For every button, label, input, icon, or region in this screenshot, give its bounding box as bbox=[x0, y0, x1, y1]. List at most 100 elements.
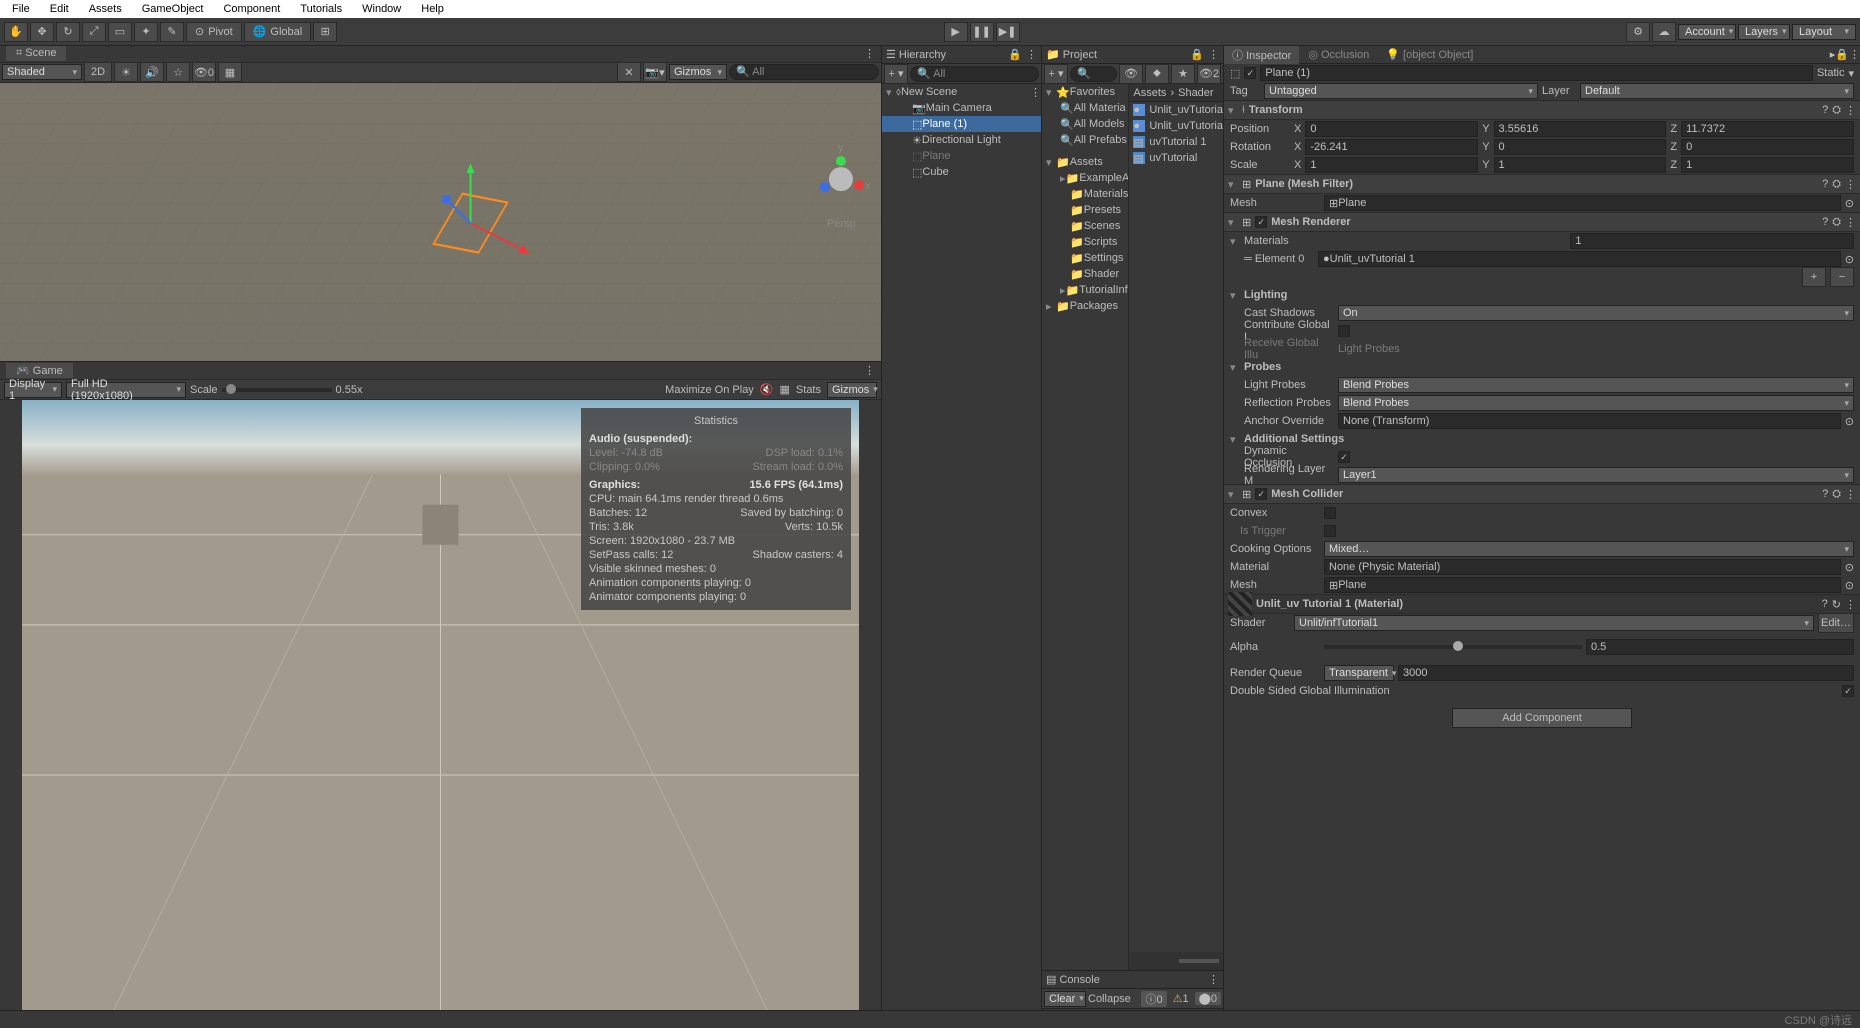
folder-row[interactable]: 📁 Materials bbox=[1042, 186, 1128, 202]
alpha-slider[interactable] bbox=[1324, 645, 1582, 649]
folder-row[interactable]: 📁 Shader bbox=[1042, 266, 1128, 282]
rendering-layer-dropdown[interactable]: Layer1 bbox=[1338, 467, 1854, 483]
info-count[interactable]: ⓘ0 bbox=[1141, 991, 1166, 1007]
cast-shadows-dropdown[interactable]: On bbox=[1338, 305, 1854, 321]
scene-tab[interactable]: ⌗ Scene bbox=[6, 46, 66, 61]
folder-row[interactable]: ▸📁 TutorialInfo bbox=[1042, 282, 1128, 298]
scale-y[interactable]: 1 bbox=[1494, 157, 1667, 173]
global-toggle[interactable]: 🌐Global bbox=[244, 22, 312, 42]
picker-icon[interactable]: ⊙ bbox=[1845, 253, 1854, 266]
menu-edit[interactable]: Edit bbox=[40, 3, 79, 15]
create-dropdown[interactable]: + ▾ bbox=[884, 64, 908, 84]
pos-x[interactable]: 0 bbox=[1305, 121, 1478, 137]
panel-menu-icon[interactable]: ⋮ bbox=[1849, 48, 1860, 61]
tools-icon[interactable]: ✕ bbox=[617, 62, 641, 82]
hand-tool[interactable]: ✋ bbox=[4, 22, 28, 42]
scale-z[interactable]: 1 bbox=[1681, 157, 1854, 173]
asset-item[interactable]: ●Unlit_uvTutoria bbox=[1129, 102, 1223, 118]
cooking-options-dropdown[interactable]: Mixed… bbox=[1324, 541, 1854, 557]
stats-toggle[interactable]: Stats bbox=[796, 384, 821, 396]
light-probes-dropdown[interactable]: Blend Probes bbox=[1338, 377, 1854, 393]
audio-icon[interactable]: 🔊 bbox=[140, 62, 164, 82]
menu-file[interactable]: File bbox=[2, 3, 40, 15]
mesh-collider-header[interactable]: ▾⊞✓Mesh Collider?⛭⋮ bbox=[1224, 484, 1860, 504]
2d-toggle[interactable]: 2D bbox=[84, 62, 112, 82]
zoom-slider[interactable] bbox=[1179, 959, 1219, 963]
pos-y[interactable]: 3.55616 bbox=[1494, 121, 1667, 137]
menu-assets[interactable]: Assets bbox=[79, 3, 132, 15]
collider-mesh-field[interactable]: ⊞ Plane bbox=[1324, 577, 1841, 593]
settings-icon[interactable]: ⚙ bbox=[1626, 22, 1650, 42]
search-filter[interactable]: 🔍 All Materia bbox=[1042, 100, 1128, 116]
panel-menu-icon[interactable]: ⋮ bbox=[1208, 973, 1219, 986]
picker-icon[interactable]: ⊙ bbox=[1845, 561, 1854, 574]
transform-tool[interactable]: ✦ bbox=[134, 22, 158, 42]
object-name-field[interactable]: Plane (1) bbox=[1260, 65, 1813, 81]
game-tab[interactable]: 🎮 Game bbox=[6, 363, 73, 378]
scale-tool[interactable]: ⤢ bbox=[82, 22, 106, 42]
clear-button[interactable]: Clear bbox=[1044, 991, 1086, 1007]
transform-header[interactable]: ▾⟊Transform?⛭⋮ bbox=[1224, 100, 1860, 120]
folder-row[interactable]: ▸📁 ExampleAs bbox=[1042, 170, 1128, 186]
rot-z[interactable]: 0 bbox=[1681, 139, 1854, 155]
mesh-field[interactable]: ⊞ Plane bbox=[1324, 195, 1841, 211]
panel-menu-icon[interactable]: ⋮ bbox=[1208, 48, 1219, 61]
material-0-field[interactable]: ● Unlit_uvTutorial 1 bbox=[1318, 251, 1841, 267]
play-button[interactable]: ▶ bbox=[944, 22, 968, 42]
shader-dropdown[interactable]: Unlit/infTutorial1 bbox=[1294, 615, 1814, 631]
snap-toggle[interactable]: ⊞ bbox=[313, 22, 337, 42]
layout-dropdown[interactable]: Layout bbox=[1792, 24, 1856, 40]
assets-row[interactable]: ▾📁 Assets bbox=[1042, 154, 1128, 170]
panel-menu-icon[interactable]: ⋮ bbox=[864, 364, 875, 377]
resolution-dropdown[interactable]: Full HD (1920x1080) bbox=[66, 382, 186, 398]
mute-icon[interactable]: 🔇 bbox=[760, 383, 774, 396]
scene-viewport[interactable]: y x Persp bbox=[0, 83, 881, 361]
maximize-toggle[interactable]: Maximize On Play bbox=[665, 384, 754, 396]
step-button[interactable]: ▶❚ bbox=[996, 22, 1020, 42]
shader-edit-button[interactable]: Edit… bbox=[1818, 613, 1854, 633]
contribute-gi-checkbox[interactable] bbox=[1338, 325, 1350, 337]
double-sided-gi-checkbox[interactable]: ✓ bbox=[1842, 685, 1854, 697]
materials-count[interactable]: 1 bbox=[1570, 233, 1854, 249]
collider-enabled[interactable]: ✓ bbox=[1255, 488, 1267, 500]
gizmos-dropdown[interactable]: Gizmos bbox=[669, 64, 727, 80]
light-icon[interactable]: ☀ bbox=[114, 62, 138, 82]
breadcrumb[interactable]: Assets › Shader bbox=[1129, 84, 1223, 102]
hidden-count[interactable]: 👁2 bbox=[1197, 64, 1221, 84]
occlusion-tab[interactable]: ◎ Occlusion bbox=[1300, 47, 1377, 62]
rot-x[interactable]: -26.241 bbox=[1305, 139, 1478, 155]
asset-item[interactable]: ▤uvTutorial 1 bbox=[1129, 134, 1223, 150]
lock-icon[interactable]: 🔒 bbox=[1190, 48, 1204, 61]
active-checkbox[interactable]: ✓ bbox=[1244, 67, 1256, 79]
draw-mode-dropdown[interactable]: Shaded bbox=[2, 64, 82, 80]
picker-icon[interactable]: ⊙ bbox=[1845, 579, 1854, 592]
cam-icon[interactable]: 📷▾ bbox=[643, 62, 667, 82]
preset-icon[interactable]: ⛭ bbox=[1832, 104, 1841, 117]
project-tab[interactable]: 📁 Project bbox=[1046, 48, 1097, 61]
menu-help[interactable]: Help bbox=[411, 3, 454, 15]
inspector-tab[interactable]: ⓘ Inspector bbox=[1224, 46, 1299, 64]
scale-x[interactable]: 1 bbox=[1305, 157, 1478, 173]
render-queue-value[interactable]: 3000 bbox=[1398, 665, 1854, 681]
menu-component[interactable]: Component bbox=[213, 3, 290, 15]
hierarchy-item[interactable]: ⬚ Plane bbox=[882, 148, 1041, 164]
physic-material-field[interactable]: None (Physic Material) bbox=[1324, 559, 1841, 575]
collapse-toggle[interactable]: Collapse bbox=[1088, 993, 1131, 1005]
hidden-icon[interactable]: 👁0 bbox=[192, 62, 216, 82]
lock-icon[interactable]: 🔒 bbox=[1008, 48, 1022, 61]
menu-tutorials[interactable]: Tutorials bbox=[290, 3, 352, 15]
cloud-icon[interactable]: ☁ bbox=[1652, 22, 1676, 42]
pivot-toggle[interactable]: ⊙Pivot bbox=[186, 22, 242, 42]
folder-row[interactable]: 📁 Scenes bbox=[1042, 218, 1128, 234]
camera-icon[interactable]: ▦ bbox=[218, 62, 242, 82]
warn-count[interactable]: ⚠1 bbox=[1169, 992, 1193, 1005]
tag-dropdown[interactable]: Untagged bbox=[1264, 83, 1538, 99]
hierarchy-tab[interactable]: ☰ Hierarchy bbox=[886, 48, 946, 61]
lock-icon[interactable]: 🔒 bbox=[1835, 48, 1849, 61]
render-queue-dropdown[interactable]: Transparent bbox=[1324, 665, 1394, 681]
anchor-override-field[interactable]: None (Transform) bbox=[1338, 413, 1841, 429]
display-dropdown[interactable]: Display 1 bbox=[4, 382, 62, 398]
folder-row[interactable]: 📁 Scripts bbox=[1042, 234, 1128, 250]
hierarchy-item[interactable]: 📷 Main Camera bbox=[882, 100, 1041, 116]
packages-row[interactable]: ▸📁 Packages bbox=[1042, 298, 1128, 314]
